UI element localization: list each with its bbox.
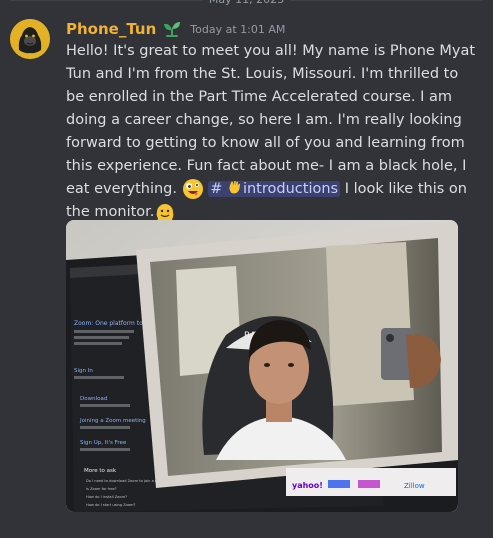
channel-mention-introductions[interactable]: # introductions: [208, 180, 341, 197]
monitor-photo: Zoom: One platform to connect Sign In Do…: [66, 220, 458, 512]
faq-item: Is Zoom for free?: [86, 487, 117, 491]
message-content: Hello! It's great to meet you all! My na…: [66, 40, 480, 224]
date-divider-label: May 11, 2023: [202, 0, 291, 9]
gorilla-avatar-icon: [10, 19, 50, 59]
zoom-signup: Sign Up, It's Free: [80, 440, 127, 446]
user-avatar[interactable]: [10, 19, 50, 59]
username[interactable]: Phone_Tun: [66, 20, 156, 38]
date-divider: May 11, 2023: [0, 0, 493, 9]
more-to-ask-heading: More to ask: [84, 468, 117, 474]
yahoo-logo: yahoo!: [292, 481, 323, 490]
faq-item: How do I start using Zoom?: [86, 503, 136, 507]
message-timestamp[interactable]: Today at 1:01 AM: [190, 23, 285, 36]
mention-channel-name: introductions: [242, 181, 339, 197]
zoom-sign-in: Sign In: [74, 368, 93, 374]
waving-hand-icon: [229, 180, 241, 194]
message-header: Phone_Tun Today at 1:01 AM: [66, 18, 285, 40]
faq-item: How do I install Zoom?: [86, 495, 127, 499]
zillow-logo: Zillow: [404, 482, 425, 490]
channel-hash-icon: #: [210, 181, 223, 197]
zoom-join-meeting: Joining a Zoom meeting: [79, 418, 146, 424]
zoom-download: Download: [80, 396, 107, 402]
sprout-role-icon[interactable]: [162, 20, 182, 38]
zany-face-emoji[interactable]: [182, 178, 204, 200]
image-attachment[interactable]: Zoom: One platform to connect Sign In Do…: [66, 220, 458, 512]
message-text: Hello! It's great to meet you all! My na…: [66, 43, 476, 197]
